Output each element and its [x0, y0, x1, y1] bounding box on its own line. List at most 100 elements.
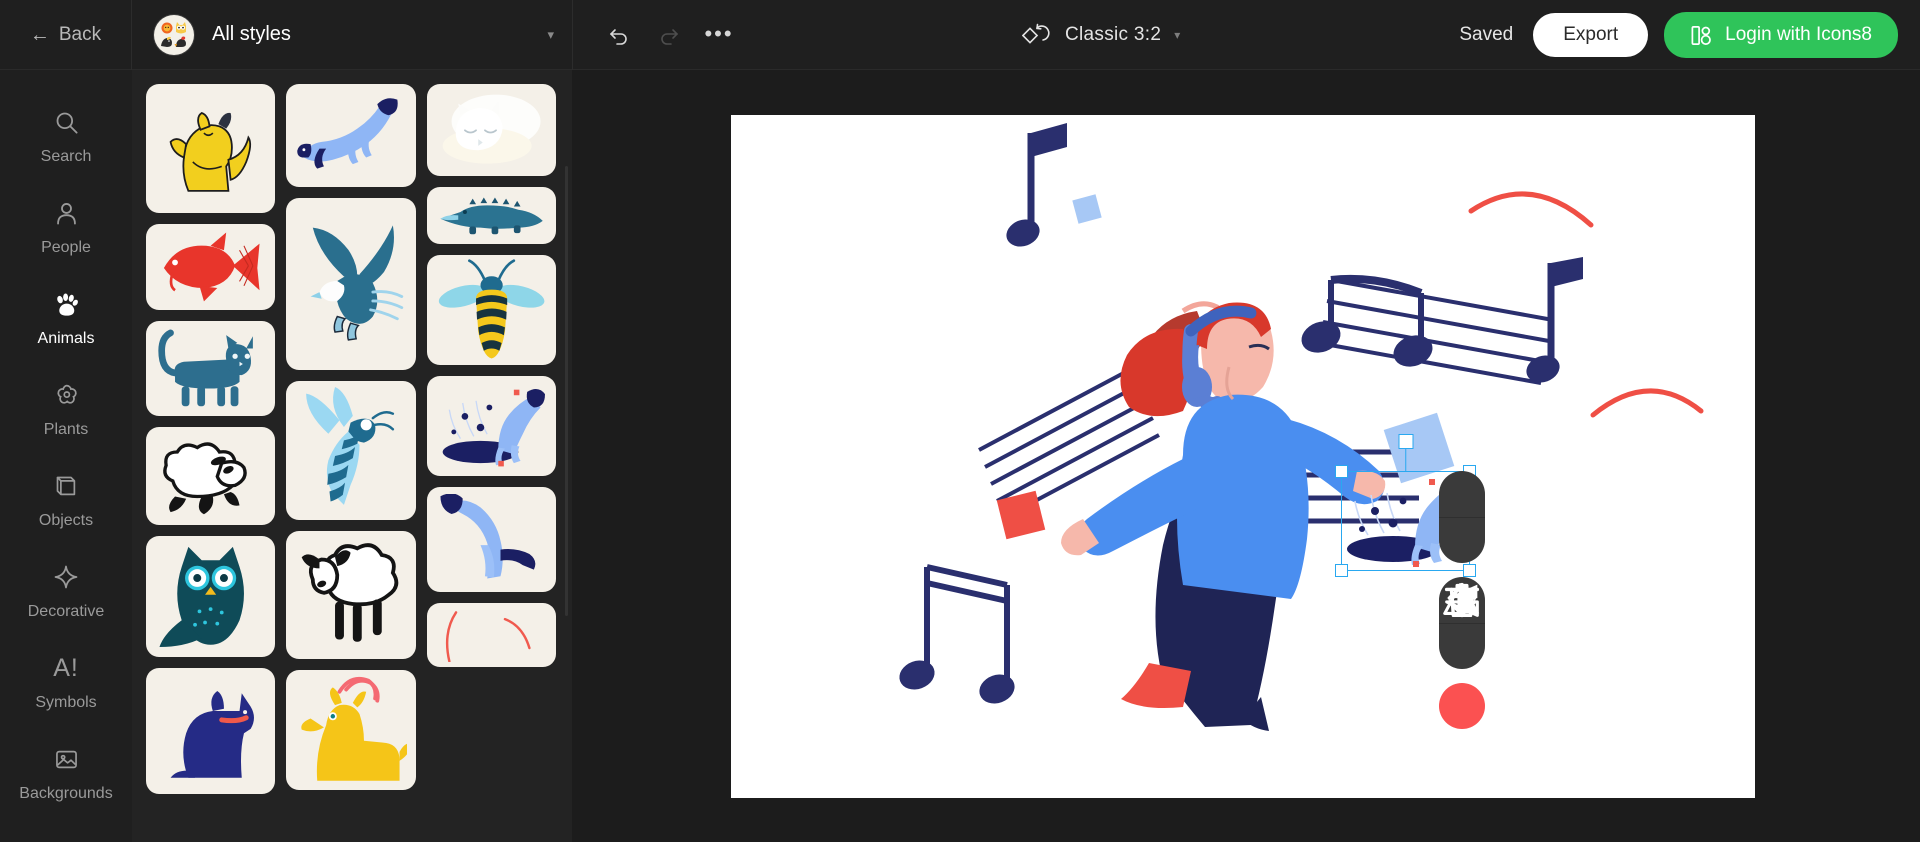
asset-card-white-sheep-standing[interactable]	[286, 531, 416, 659]
blue-dog-stretching-thumb	[297, 98, 399, 169]
sidebar-item-animals[interactable]: Animals	[0, 272, 132, 363]
asset-card-teal-owl[interactable]	[146, 536, 276, 657]
sidebar-item-label: Symbols	[35, 694, 97, 711]
red-fish-thumb	[163, 232, 260, 302]
sidebar-item-symbols[interactable]: A! Symbols	[0, 636, 132, 727]
paw-icon	[49, 287, 83, 321]
resize-handle-bottom-left[interactable]	[1335, 564, 1348, 577]
more-options-button[interactable]: •••	[697, 13, 741, 57]
top-toolbar: ← Back All styles ▾ ••• Classic 3:2 ▾ Sa…	[0, 0, 1920, 70]
navy-dog-collar-thumb	[170, 690, 255, 778]
blue-wasp-thumb	[306, 386, 395, 505]
sidebar-item-label: Plants	[43, 421, 89, 438]
blue-dog-digging-thumb	[442, 388, 545, 467]
trash-icon	[1444, 583, 1480, 618]
design-canvas[interactable]	[731, 115, 1755, 798]
asset-card-blue-dog-jumping[interactable]	[426, 487, 556, 592]
undo-button[interactable]	[597, 13, 641, 57]
edit-tool-group: •••	[573, 13, 741, 57]
teal-owl-thumb	[159, 547, 245, 648]
login-button-label: Login with Icons8	[1725, 24, 1872, 45]
rotate-handle[interactable]	[1398, 434, 1413, 449]
sidebar-item-backgrounds[interactable]: Backgrounds	[0, 727, 132, 818]
redo-icon	[661, 28, 679, 45]
white-sheep-running-thumb	[163, 441, 247, 514]
undo-icon	[609, 28, 627, 45]
asset-card-red-line-sketch[interactable]	[426, 603, 556, 667]
white-sheep-standing-thumb	[302, 543, 399, 642]
blue-dog-jumping-thumb	[440, 493, 536, 579]
flower-icon	[49, 378, 83, 412]
sidebar-item-objects[interactable]: Objects	[0, 454, 132, 545]
cube-icon	[49, 469, 83, 503]
yellow-dog-sitting-thumb	[169, 111, 252, 192]
search-icon	[49, 105, 83, 139]
asset-card-yellow-gazelle[interactable]	[286, 670, 416, 790]
asset-card-blue-wasp[interactable]	[286, 381, 416, 520]
image-icon	[49, 742, 83, 776]
symbols-icon: A!	[53, 653, 79, 682]
back-button-label: Back	[58, 23, 102, 45]
app-root: ← Back All styles ▾ ••• Classic 3:2 ▾ Sa…	[0, 0, 1920, 842]
rotate-handle-stem	[1404, 448, 1407, 472]
export-button[interactable]: Export	[1533, 13, 1649, 57]
redo-button[interactable]	[647, 13, 691, 57]
saved-status: Saved	[1459, 24, 1514, 45]
asset-card-blue-cat-walking[interactable]	[146, 321, 276, 416]
more-horizontal-icon: •••	[704, 21, 734, 47]
style-selector[interactable]: All styles ▾	[132, 0, 573, 70]
object-toolbar	[1439, 471, 1485, 729]
blue-crocodile-thumb	[440, 197, 543, 235]
resize-handle-top-left[interactable]	[1335, 465, 1348, 478]
sidebar-item-decorative[interactable]: Decorative	[0, 545, 132, 636]
delete-button[interactable]	[1439, 583, 1485, 729]
sidebar-item-label: Decorative	[27, 603, 105, 620]
asset-card-white-cat-sleeping[interactable]	[426, 84, 556, 176]
asset-card-blue-dog-digging[interactable]	[426, 376, 556, 476]
blue-bee-thumb	[438, 259, 545, 359]
asset-card-white-sheep-running[interactable]	[146, 427, 276, 525]
sidebar-item-label: People	[41, 239, 91, 256]
asset-panel	[132, 70, 572, 842]
style-selector-label: All styles	[212, 23, 291, 45]
rotate-canvas-icon	[1022, 23, 1050, 44]
all-styles-avatar	[154, 14, 194, 55]
blue-eagle-flying-thumb	[310, 225, 404, 341]
icons8-logo-icon	[1691, 25, 1712, 45]
sparkle-icon	[49, 560, 83, 594]
top-right-actions: Saved Export Login with Icons8	[1459, 0, 1898, 70]
sidebar-item-plants[interactable]: Plants	[0, 363, 132, 454]
sidebar-item-label: Search	[40, 148, 92, 165]
asset-card-red-fish[interactable]	[146, 224, 276, 310]
person-listening-to-music-illustration	[899, 123, 1704, 731]
sidebar-item-people[interactable]: People	[0, 181, 132, 272]
category-sidebar: Search People Animals Plants Objects Dec…	[0, 70, 132, 842]
asset-grid	[132, 70, 572, 794]
chevron-down-icon: ▾	[547, 26, 554, 42]
arrow-left-icon: ←	[29, 23, 50, 46]
canvas-ratio-label: Classic 3:2	[1065, 24, 1162, 45]
avatar-thumb-rooster	[174, 36, 186, 47]
chevron-down-icon: ▾	[1174, 28, 1181, 42]
login-button[interactable]: Login with Icons8	[1664, 12, 1898, 58]
canvas-stage[interactable]	[572, 70, 1920, 842]
sidebar-item-label: Animals	[37, 330, 95, 347]
export-button-label: Export	[1563, 24, 1619, 45]
asset-card-navy-dog-collar[interactable]	[146, 668, 276, 794]
person-icon	[49, 196, 83, 230]
asset-card-yellow-dog-sitting[interactable]	[146, 84, 276, 213]
red-line-sketch-thumb	[445, 611, 531, 662]
sidebar-item-search[interactable]: Search	[0, 90, 132, 181]
white-cat-sleeping-thumb	[442, 94, 541, 164]
asset-card-blue-crocodile[interactable]	[426, 187, 556, 244]
asset-card-blue-dog-stretching[interactable]	[286, 84, 416, 187]
sidebar-item-label: Objects	[38, 512, 94, 529]
blue-cat-walking-thumb	[158, 329, 253, 407]
sidebar-item-label: Backgrounds	[19, 785, 113, 802]
asset-panel-scrollbar[interactable]	[565, 166, 568, 616]
yellow-gazelle-thumb	[301, 677, 407, 782]
asset-card-blue-eagle-flying[interactable]	[286, 198, 416, 370]
asset-card-blue-bee[interactable]	[426, 255, 556, 365]
canvas-ratio-selector[interactable]: Classic 3:2 ▾	[1022, 0, 1180, 70]
back-button[interactable]: ← Back	[0, 0, 132, 70]
